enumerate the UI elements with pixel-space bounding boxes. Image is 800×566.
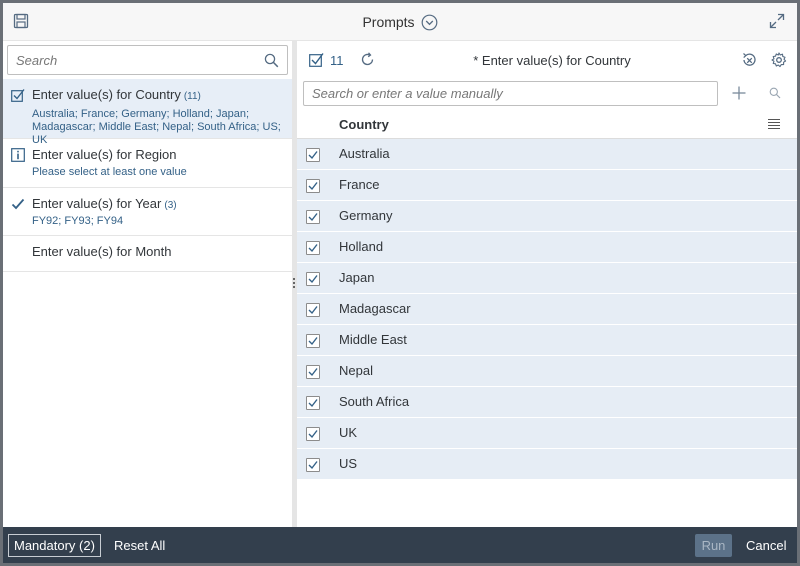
column-header-country[interactable]: Country [339,117,389,132]
checkbox-icon [11,89,25,102]
prompt-title: Enter value(s) for Country (11) [32,87,201,102]
row-checkbox[interactable] [306,458,320,472]
checkmark-icon [308,399,318,408]
prompt-title: Enter value(s) for Month [32,244,172,259]
table-row[interactable]: US [297,449,797,480]
column-menu-icon[interactable] [768,119,780,130]
prompt-title-text: Enter value(s) for Year [32,196,162,211]
expand-icon[interactable] [769,13,785,29]
value-search-input[interactable] [304,82,717,105]
row-checkbox[interactable] [306,148,320,162]
row-label: France [339,177,380,192]
prompt-title-text: Enter value(s) for Country [32,87,181,102]
row-label: UK [339,425,358,440]
row-checkbox[interactable] [306,365,320,379]
row-checkbox[interactable] [306,427,320,441]
row-label: Nepal [339,363,373,378]
prompt-search-input[interactable] [8,46,253,74]
prompt-count: (3) [164,200,177,211]
row-checkbox[interactable] [306,396,320,410]
checkmark-icon [11,198,25,210]
value-list: Australia France Germany Holland Japan Madaga… [297,139,797,480]
checkmark-icon [308,461,318,470]
table-row[interactable]: Australia [297,139,797,170]
prompt-title: Enter value(s) for Region [32,147,177,162]
table-row[interactable]: Japan [297,263,797,294]
prompt-item-year[interactable]: Enter value(s) for Year (3) FY92; FY93; F… [3,188,292,236]
prompt-list-pane: Enter value(s) for Country(11) Australia… [3,41,292,527]
title-wrap: Prompts [3,3,797,41]
row-checkbox[interactable] [306,210,320,224]
value-search-box [303,81,718,106]
row-label: Australia [339,146,390,161]
prompt-search-box [7,45,288,75]
checkmark-icon [308,151,318,160]
search-icon[interactable] [769,87,781,99]
table-row[interactable]: France [297,170,797,201]
prompts-dialog: Prompts Search Enter value(s) for Countr… [3,3,797,563]
table-row[interactable]: Nepal [297,356,797,387]
table-row[interactable]: Madagascar [297,294,797,325]
row-label: Germany [339,208,393,223]
row-checkbox[interactable] [306,241,320,255]
checkmark-icon [308,337,318,346]
dialog-header: Prompts [3,3,797,41]
info-icon [11,148,25,162]
checkmark-icon [308,368,318,377]
table-row[interactable]: UK [297,418,797,449]
value-toolbar: 11 * Enter value(s) for Country [297,41,797,79]
mandatory-button[interactable]: Mandatory (2) [8,534,101,557]
dialog-title: Prompts [362,14,415,30]
table-row[interactable]: Middle East [297,325,797,356]
add-value-icon[interactable] [732,86,746,100]
row-checkbox[interactable] [306,303,320,317]
row-checkbox[interactable] [306,334,320,348]
prompt-values: Please select at least one value [32,166,187,178]
table-row[interactable]: South Africa [297,387,797,418]
dialog-footer: Mandatory (2) Reset All Run Cancel [3,527,797,563]
value-selection-pane: 11 * Enter value(s) for Country Search o… [297,41,797,527]
gear-icon[interactable] [771,52,787,68]
row-label: Holland [339,239,384,254]
prompt-item-month[interactable]: Enter value(s) for Month [3,236,292,272]
splitter-grip-icon[interactable] [293,278,296,290]
reset-all-button[interactable]: Reset All [114,538,165,553]
search-icon[interactable] [264,53,279,68]
row-label: Madagascar [339,301,411,316]
prompt-title: Enter value(s) for Year (3) [32,196,177,211]
checkmark-icon [308,306,318,315]
row-checkbox[interactable] [306,272,320,286]
prompt-list: Enter value(s) for Country (11) Australia… [3,79,292,272]
chevron-down-icon[interactable] [421,14,438,31]
row-label: South Africa [339,394,410,409]
checkmark-icon [308,213,318,222]
checkmark-icon [308,182,318,191]
clear-selection-icon[interactable] [741,52,757,68]
row-label: US [339,456,358,471]
checkmark-icon [308,244,318,253]
row-label: Middle East [339,332,407,347]
row-checkbox[interactable] [306,179,320,193]
table-row[interactable]: Germany [297,201,797,232]
checkmark-icon [308,430,318,439]
cancel-button[interactable]: Cancel [746,538,786,553]
row-label: Japan [339,270,375,285]
prompt-item-region[interactable]: Enter value(s) for Region Please select … [3,139,292,188]
prompt-item-country[interactable]: Enter value(s) for Country (11) Australia… [3,79,292,146]
run-button[interactable]: Run [695,534,732,557]
table-header: Country [297,110,797,139]
checkmark-icon [308,275,318,284]
prompt-heading: * Enter value(s) for Country [473,53,631,68]
prompt-values: FY92; FY93; FY94 [32,215,124,227]
table-row[interactable]: Holland [297,232,797,263]
prompt-count: (11) [183,91,201,102]
